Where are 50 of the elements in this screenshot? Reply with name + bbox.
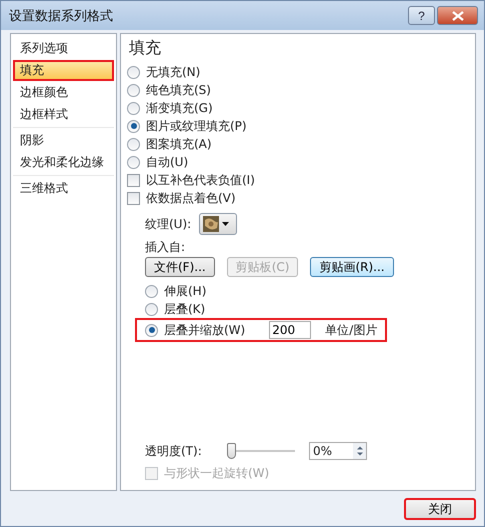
option-label: 与形状一起旋转(W) [164,464,270,482]
insert-button[interactable]: 剪贴画(R)... [310,257,394,277]
scale-input[interactable]: 200 [269,321,312,339]
checkbox[interactable] [127,174,140,186]
transparency-label: 透明度(T): [145,442,203,460]
insert-button[interactable]: 文件(F)... [145,257,215,277]
sidebar-item[interactable]: 阴影 [13,130,114,151]
transparency-field[interactable]: 0% [309,442,367,460]
option-label: 自动(U) [146,154,188,170]
option-label: 伸展(H) [164,282,206,300]
slider-track[interactable] [227,443,295,459]
help-button[interactable]: ? [408,6,435,25]
sidebar-item[interactable]: 边框颜色 [13,82,114,103]
option-label: 图片或纹理填充(P) [146,118,247,134]
radio-button[interactable] [127,84,140,96]
option-label: 以互补色代表负值(I) [146,172,255,188]
option-label: 层叠并缩放(W) [164,322,246,338]
sidebar-item[interactable]: 发光和柔化边缘 [13,152,114,173]
radio-button[interactable] [145,324,158,336]
option-label: 图案填充(A) [146,136,212,152]
close-button[interactable] [437,6,478,25]
option-label: 无填充(N) [146,64,200,80]
option-label: 纯色填充(S) [146,82,211,98]
radio-button[interactable] [127,120,140,132]
sidebar-item[interactable]: 三维格式 [13,178,114,199]
checkbox[interactable] [127,192,140,204]
option-label: 层叠(K) [164,300,206,318]
section-heading: 填充 [129,38,162,59]
radio-button[interactable] [145,284,158,298]
radio-button[interactable] [145,302,158,316]
sidebar-item[interactable]: 边框样式 [13,104,114,125]
sidebar-item[interactable]: 系列选项 [13,38,114,59]
texture-label: 纹理(U): [145,216,192,232]
caret-icon [222,222,230,226]
close-icon[interactable] [452,10,464,20]
radio-button[interactable] [127,156,140,168]
radio-button[interactable] [127,138,140,150]
option-label: 依数据点着色(V) [146,190,236,206]
slider-thumb[interactable] [227,443,236,459]
spin-arrows-icon[interactable] [353,443,366,459]
radio-button[interactable] [127,102,140,114]
close-dialog-button[interactable]: 关闭 [404,498,476,520]
option-label: 渐变填充(G) [146,100,213,116]
radio-button[interactable] [127,66,140,78]
texture-swatch-icon [203,216,220,232]
window-title: 设置数据系列格式 [9,8,113,24]
insert-from-label: 插入自: [144,239,186,255]
unit-label: 单位/图片 [325,322,378,338]
texture-dropdown[interactable] [199,213,238,235]
sidebar-item[interactable]: 填充 [13,60,114,81]
